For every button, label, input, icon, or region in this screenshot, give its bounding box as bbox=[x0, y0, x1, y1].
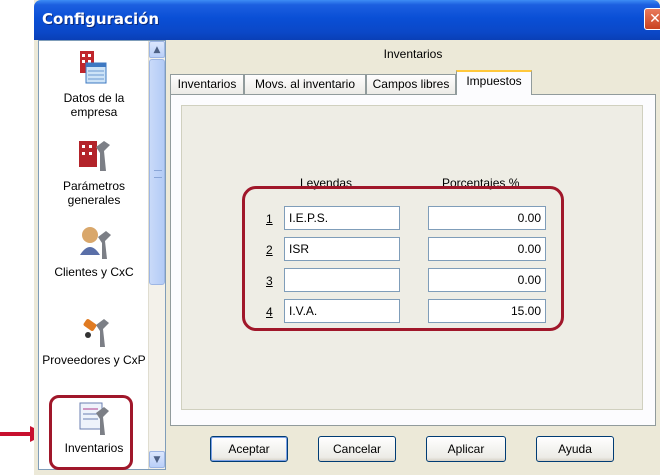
taxes-group: Leyendas Porcentajes % 1 I.E.P.S. 0.00 2… bbox=[181, 105, 643, 410]
tab-movs-inventario[interactable]: Movs. al inventario bbox=[244, 74, 366, 94]
highlight-annotation bbox=[49, 395, 133, 470]
nav-item-label: Parámetros generales bbox=[62, 179, 126, 207]
cancel-button[interactable]: Cancelar bbox=[318, 436, 396, 462]
nav-item-general-params[interactable]: Parámetros generales bbox=[39, 137, 149, 207]
title-bar: Configuración ✕ bbox=[34, 0, 660, 40]
tab-campos-libres[interactable]: Campos libres bbox=[366, 74, 456, 94]
help-button[interactable]: Ayuda bbox=[536, 436, 614, 462]
accept-button[interactable]: Aceptar bbox=[210, 436, 288, 462]
panel-title: Inventarios bbox=[383, 47, 443, 61]
nav-item-label: Datos de la empresa bbox=[63, 91, 125, 119]
navigation-pane: Datos de la empresa Parámetros generales… bbox=[38, 40, 166, 470]
close-button[interactable]: ✕ bbox=[644, 8, 660, 30]
general-params-icon bbox=[79, 141, 110, 171]
tab-label: Campos libres bbox=[372, 77, 450, 91]
window-title: Configuración bbox=[42, 10, 160, 28]
nav-item-label: Clientes y CxC bbox=[54, 265, 134, 279]
nav-item-clients[interactable]: Clientes y CxC bbox=[39, 223, 149, 279]
nav-item-label: Proveedores y CxP bbox=[42, 353, 146, 367]
tab-label: Movs. al inventario bbox=[254, 77, 356, 91]
close-icon: ✕ bbox=[649, 11, 660, 27]
suppliers-icon bbox=[83, 319, 109, 347]
tab-strip: Inventarios Movs. al inventario Campos l… bbox=[170, 70, 656, 95]
nav-scrollbar[interactable]: ▲ ▼ bbox=[148, 41, 165, 469]
settings-panel: Inventarios Inventarios Movs. al inventa… bbox=[170, 40, 656, 432]
configuration-window: Configuración ✕ Datos de la empresa Pará… bbox=[34, 0, 660, 475]
tab-label: Impuestos bbox=[466, 74, 522, 88]
tab-impuestos[interactable]: Impuestos bbox=[456, 70, 532, 95]
scroll-thumb[interactable] bbox=[149, 59, 165, 285]
tab-content-impuestos: Leyendas Porcentajes % 1 I.E.P.S. 0.00 2… bbox=[170, 94, 656, 426]
grip-icon bbox=[154, 170, 162, 178]
nav-item-company-data[interactable]: Datos de la empresa bbox=[39, 49, 149, 119]
company-data-icon bbox=[80, 51, 107, 84]
highlight-annotation bbox=[242, 186, 564, 331]
scroll-down-icon[interactable]: ▼ bbox=[149, 451, 165, 468]
scroll-up-icon[interactable]: ▲ bbox=[149, 41, 165, 58]
tab-label: Inventarios bbox=[177, 77, 237, 91]
nav-item-suppliers[interactable]: Proveedores y CxP bbox=[39, 311, 149, 367]
apply-button[interactable]: Aplicar bbox=[426, 436, 506, 462]
clients-icon bbox=[80, 227, 111, 259]
tab-inventarios[interactable]: Inventarios bbox=[170, 74, 244, 94]
